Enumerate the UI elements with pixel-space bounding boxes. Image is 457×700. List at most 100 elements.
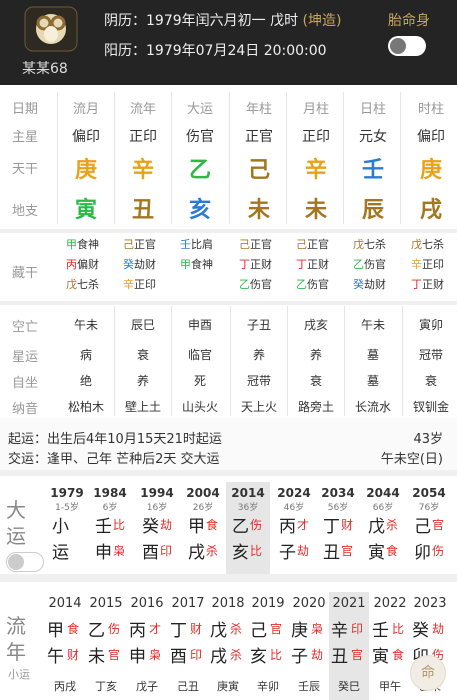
hidden-stem-god: 偏财 (77, 258, 99, 271)
detail-value: 戌亥 (303, 318, 328, 332)
hidden-stem-god: 食神 (77, 238, 99, 251)
liunian-column[interactable]: 2014 甲午食财丙戌 (45, 592, 85, 700)
goat-zodiac-avatar[interactable] (24, 6, 78, 52)
earthly-branch[interactable]: 未 (288, 192, 344, 224)
detail-value: 申酉 (187, 318, 212, 332)
heavenly-stem[interactable]: 己 (231, 152, 287, 184)
xiaoyun-value: 己丑 (177, 680, 199, 693)
kongwang-text: 午未空(日) (380, 452, 443, 467)
dayun-title-2: 运 (6, 524, 26, 548)
detail-value: 午未 (360, 318, 385, 332)
heavenly-stem[interactable]: 庚 (58, 152, 114, 184)
detail-divider (114, 306, 115, 416)
main-star: 伤官 (186, 129, 214, 145)
earthly-branch[interactable]: 戌 (403, 192, 457, 224)
hidden-stem-god: 正财 (422, 278, 444, 291)
dayun-column[interactable]: 1994 16岁癸酉劫印 (136, 482, 178, 578)
hidden-stem-god: 比肩 (191, 238, 213, 251)
hidden-stem: 壬比肩 (180, 236, 213, 252)
dayun-column[interactable]: 2034 56岁丁丑财官 (317, 482, 359, 578)
xiaoyun-value: 丙戌 (54, 680, 76, 693)
liunian-god-1: 食 (67, 622, 80, 636)
earthly-branch[interactable]: 辰 (345, 192, 401, 224)
hidden-stem: 戊七杀 (353, 236, 386, 252)
taimingshen-toggle[interactable] (388, 36, 426, 56)
dayun-branch: 酉 (142, 543, 159, 563)
dayun-column[interactable]: 2054 76岁己卯官伤 (408, 482, 450, 578)
liunian-branch: 酉 (170, 647, 187, 667)
dayun-branch: 申 (95, 543, 112, 563)
detail-value: 养 (136, 374, 149, 388)
liunian-god-1: 才 (149, 622, 162, 636)
user-name: 某某68 (22, 61, 68, 77)
hidden-stem: 乙伤官 (296, 276, 329, 292)
dayun-god-1: 才 (297, 518, 310, 532)
hidden-stem-god: 正印 (422, 258, 444, 271)
earthly-branch[interactable]: 寅 (58, 192, 114, 224)
dayun-stem: 丁 (323, 517, 340, 537)
earthly-branch[interactable]: 未 (231, 192, 287, 224)
dayun-god-2: 印 (160, 544, 173, 558)
taimingshen-label: 胎命身 (388, 13, 430, 29)
hidden-stem: 乙伤官 (239, 276, 272, 292)
hidden-stem: 戊七杀 (66, 276, 99, 292)
heavenly-stem[interactable]: 辛 (115, 152, 171, 184)
liunian-stem: 庚 (291, 621, 308, 641)
earthly-branch[interactable]: 亥 (172, 192, 228, 224)
dayun-branch: 寅 (368, 543, 385, 563)
dayun-year: 1994 (140, 486, 174, 500)
liunian-god-2: 官 (108, 648, 121, 662)
dayun-column[interactable]: 2044 66岁戊寅杀食 (362, 482, 404, 578)
xiaoyun-value: 壬辰 (298, 680, 320, 693)
row-label: 地支 (12, 204, 39, 219)
xiaoyun-value: 戊子 (136, 680, 158, 693)
detail-row-label: 自坐 (12, 376, 39, 391)
heavenly-stem[interactable]: 辛 (288, 152, 344, 184)
heavenly-stem[interactable]: 庚 (403, 152, 457, 184)
dayun-year: 2044 (366, 486, 400, 500)
dayun-column[interactable]: 2024 46岁丙子才劫 (273, 482, 315, 578)
dayun-column[interactable]: 1984 6岁壬申比枭 (89, 482, 131, 578)
liunian-god-1: 伤 (108, 622, 121, 636)
hidden-stem-char: 丙 (66, 258, 77, 271)
detail-value: 养 (309, 348, 322, 362)
liunian-column[interactable]: 2015 乙未伤官丁亥 (86, 592, 126, 700)
dayun-column[interactable]: 1979 1-5岁小运 (46, 482, 88, 578)
hidden-stem-god: 劫财 (134, 258, 156, 271)
hidden-stem-god: 食神 (191, 258, 213, 271)
heavenly-stem[interactable]: 乙 (172, 152, 228, 184)
dayun-title-1: 大 (6, 498, 26, 522)
earthly-branch[interactable]: 丑 (115, 192, 171, 224)
detail-value: 墓 (366, 374, 379, 388)
liunian-column[interactable]: 2018 戊戌杀杀庚寅 (208, 592, 248, 700)
liunian-branch: 子 (291, 647, 308, 667)
dayun-year: 2034 (321, 486, 355, 500)
hidden-stem: 丁正财 (296, 256, 329, 272)
detail-value: 钗钏金 (412, 400, 449, 414)
liunian-column[interactable]: 2020 庚子枭劫壬辰 (289, 592, 329, 700)
detail-value: 死 (193, 374, 206, 388)
liunian-column[interactable]: 2016 丙申才枭戊子 (127, 592, 167, 700)
row-label: 日期 (12, 102, 39, 117)
liunian-god-2: 枭 (149, 648, 162, 662)
dayun-god-2: 劫 (297, 544, 310, 558)
detail-value: 养 (252, 348, 265, 362)
dayun-column[interactable]: 2014 36岁乙亥伤比 (226, 482, 270, 578)
dayun-toggle[interactable] (6, 552, 44, 572)
lunar-date-text: 阴历：1979年闰六月初一 戊时 (104, 13, 299, 29)
hidden-stem: 己正官 (123, 236, 156, 252)
fortune-seal-button[interactable]: 命 (410, 655, 446, 691)
liunian-column[interactable]: 2017 丁酉财印己丑 (168, 592, 208, 700)
main-star: 偏印 (417, 129, 445, 145)
detail-row-label: 星运 (12, 350, 39, 365)
dayun-column[interactable]: 2004 26岁甲戌食杀 (182, 482, 224, 578)
liunian-column[interactable]: 2022 壬寅比食甲午 (370, 592, 410, 700)
liunian-column[interactable]: 2021 辛丑印官癸巳 (329, 592, 369, 700)
heavenly-stem[interactable]: 壬 (345, 152, 401, 184)
liunian-stem: 丙 (129, 621, 146, 641)
hidden-stem-char: 辛 (123, 278, 134, 291)
liunian-column[interactable]: 2019 己亥官比辛卯 (248, 592, 288, 700)
detail-value: 冠带 (246, 374, 271, 388)
hidden-stem: 己正官 (296, 236, 329, 252)
dayun-branch: 卯 (414, 543, 431, 563)
